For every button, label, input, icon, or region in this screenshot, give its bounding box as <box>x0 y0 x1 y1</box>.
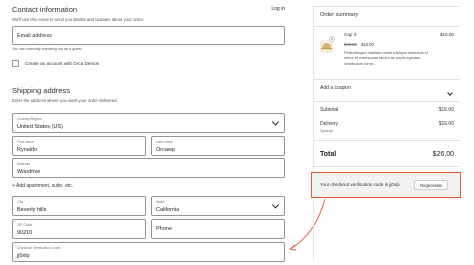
coupon-divider-bottom <box>314 101 460 102</box>
column-divider <box>313 6 314 261</box>
total-value: $26.00 <box>432 151 454 158</box>
item-old-price: $20.00 <box>344 42 357 47</box>
add-coupon-toggle[interactable]: Add a coupon <box>320 85 351 91</box>
order-summary-title: Order summary <box>320 12 359 18</box>
verification-code-box: Your checkout verification code is jj0xl… <box>311 172 461 198</box>
coupon-divider-top <box>314 79 460 80</box>
subtotal-label: Subtotal <box>320 107 339 113</box>
item-total: $16.00 <box>439 32 454 37</box>
verification-box-text: Your checkout verification code is <box>320 182 389 187</box>
verification-box-code: jj0xlp <box>389 182 400 187</box>
item-name: Cap 3 <box>344 32 357 37</box>
delivery-value: $16.00 <box>438 121 454 127</box>
total-label: Total <box>320 151 337 158</box>
item-price: $16.00 <box>361 42 374 47</box>
delivery-method: Speedy <box>320 129 333 133</box>
delivery-label: Delivery <box>320 121 339 127</box>
summary-title-divider <box>314 26 460 27</box>
regenerate-button[interactable]: Regenerate <box>414 180 448 190</box>
summary-top-border <box>314 6 460 7</box>
subtotal-value: $16.00 <box>438 107 454 113</box>
item-description: Pellentesque habitant morbi tristique se… <box>344 50 428 66</box>
totals-divider <box>314 140 460 141</box>
total-divider <box>314 166 460 167</box>
arrow-icon <box>289 198 326 251</box>
item-quantity-badge: 1 <box>329 36 335 42</box>
